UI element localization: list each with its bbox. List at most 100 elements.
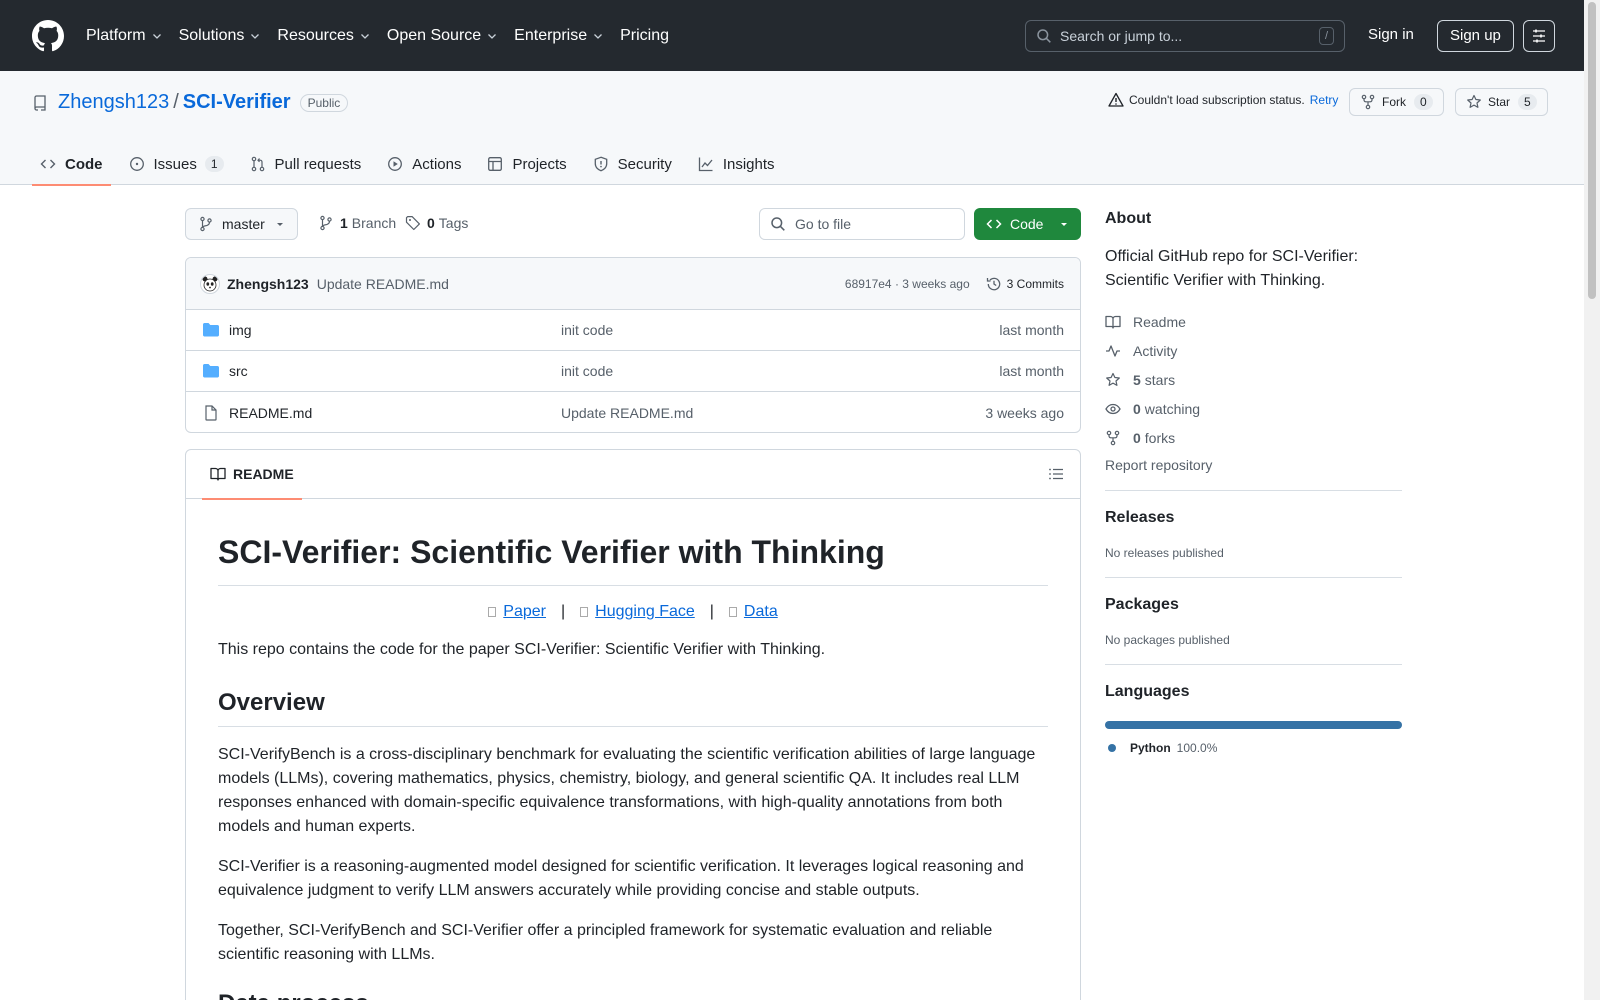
nav-platform[interactable]: Platform <box>86 27 163 45</box>
file-commit-time: last month <box>999 322 1064 338</box>
commit-message-link[interactable]: Update README.md <box>317 276 449 292</box>
pulse-icon <box>1106 344 1120 357</box>
tab-code[interactable]: Code <box>32 143 111 186</box>
eye-icon <box>1105 403 1121 414</box>
book-icon <box>1105 315 1121 329</box>
tab-actions[interactable]: Actions <box>379 143 469 185</box>
repo-name-link[interactable]: SCI-Verifier <box>183 91 291 114</box>
placeholder-glyph-icon <box>728 607 737 617</box>
chevron-down-icon <box>360 33 369 39</box>
global-search-input[interactable]: Search or jump to... / <box>1025 20 1345 52</box>
search-icon <box>1037 29 1051 43</box>
subscription-status: Couldn't load subscription status. Retry <box>1108 92 1338 108</box>
branches-link[interactable]: 1 Branch <box>318 215 396 231</box>
tab-issues[interactable]: Issues 1 <box>121 143 232 185</box>
commit-author-link[interactable]: Zhengsh123 <box>227 276 309 292</box>
retry-link[interactable]: Retry <box>1310 93 1339 107</box>
repo-owner-link[interactable]: Zhengsh123 <box>58 91 169 114</box>
nav-resources[interactable]: Resources <box>277 27 370 45</box>
packages-heading[interactable]: Packages <box>1105 596 1402 614</box>
panda-avatar-icon <box>202 276 218 291</box>
settings-menu-button[interactable] <box>1523 20 1555 52</box>
hugging-face-link[interactable]: Hugging Face <box>595 603 695 621</box>
fork-count: 0 <box>1414 94 1433 110</box>
file-commit-message[interactable]: init code <box>561 363 613 379</box>
repo-tabs: Code Issues 1 Pull requests Actions Proj… <box>32 143 793 186</box>
table-row[interactable]: README.md Update README.md 3 weeks ago <box>186 392 1080 432</box>
file-commit-time: 3 weeks ago <box>985 404 1064 421</box>
chevron-down-icon <box>251 33 260 39</box>
alert-icon <box>1108 92 1124 107</box>
history-icon <box>986 277 1000 290</box>
nav-enterprise[interactable]: Enterprise <box>514 27 604 45</box>
tab-projects[interactable]: Projects <box>479 143 574 185</box>
graph-icon <box>698 157 713 172</box>
pull-request-icon <box>251 156 264 172</box>
overview-paragraph-1: SCI-VerifyBench is a cross-disciplinary … <box>218 746 1036 835</box>
readme-link[interactable]: Readme <box>1105 312 1402 331</box>
page-scrollbar-thumb[interactable] <box>1588 2 1596 299</box>
stars-link[interactable]: 5 stars <box>1105 370 1402 389</box>
link-separator: | <box>560 603 566 620</box>
file-name-link[interactable]: src <box>229 363 248 379</box>
tags-link[interactable]: 0 Tags <box>405 215 468 231</box>
language-bar <box>1105 721 1402 729</box>
readme-tab[interactable]: README <box>202 450 302 500</box>
repo-sidebar: About Official GitHub repo for SCI-Verif… <box>1105 210 1402 755</box>
sidebar-divider <box>1105 490 1402 491</box>
about-description: Official GitHub repo for SCI-Verifier: S… <box>1105 248 1359 289</box>
language-item-python[interactable]: Python 100.0% <box>1108 741 1402 755</box>
report-repository-link[interactable]: Report repository <box>1105 457 1402 473</box>
star-icon <box>1106 372 1120 386</box>
search-shortcut-hint: / <box>1318 27 1334 45</box>
activity-link[interactable]: Activity <box>1105 341 1402 360</box>
placeholder-glyph-icon <box>488 607 497 617</box>
sign-in-link[interactable]: Sign in <box>1368 26 1414 43</box>
star-button[interactable]: Star 5 <box>1455 88 1548 116</box>
folder-icon <box>203 323 219 337</box>
sliders-icon <box>1533 29 1545 43</box>
tab-pull-requests[interactable]: Pull requests <box>242 143 370 185</box>
shield-icon <box>594 156 608 172</box>
commit-hash-time[interactable]: 68917e4 · 3 weeks ago <box>845 277 970 291</box>
tab-security[interactable]: Security <box>585 143 680 185</box>
nav-open-source[interactable]: Open Source <box>387 27 498 45</box>
chevron-down-icon <box>594 33 603 39</box>
code-dropdown-button[interactable]: Code <box>974 208 1081 240</box>
table-row[interactable]: src init code last month <box>186 351 1080 392</box>
nav-solutions[interactable]: Solutions <box>179 27 262 45</box>
readme-panel: README SCI-Verifier: Scientific Verifier… <box>185 449 1081 1000</box>
branch-icon <box>320 215 332 231</box>
fork-button[interactable]: Fork 0 <box>1349 88 1444 116</box>
chevron-down-icon <box>152 33 161 39</box>
readme-content: SCI-Verifier: Scientific Verifier with T… <box>186 499 1080 1000</box>
list-icon[interactable] <box>1048 466 1064 482</box>
commits-history-link[interactable]: 3 Commits <box>986 276 1064 292</box>
languages-heading: Languages <box>1105 683 1190 700</box>
releases-heading[interactable]: Releases <box>1105 509 1402 527</box>
github-logo-icon[interactable] <box>32 19 64 52</box>
readme-title: SCI-Verifier: Scientific Verifier with T… <box>218 499 1048 586</box>
forks-link[interactable]: 0 forks <box>1105 428 1402 447</box>
file-list: Zhengsh123 Update README.md 68917e4 · 3 … <box>185 257 1081 433</box>
paper-link[interactable]: Paper <box>503 603 546 621</box>
search-icon <box>771 217 785 231</box>
file-name-link[interactable]: README.md <box>229 405 312 421</box>
nav-pricing[interactable]: Pricing <box>620 27 669 45</box>
caret-down-icon <box>1061 223 1067 226</box>
avatar[interactable] <box>200 273 220 294</box>
table-row[interactable]: img init code last month <box>186 310 1080 351</box>
repo-separator: / <box>173 91 179 113</box>
branch-selector[interactable]: master <box>185 208 298 240</box>
tab-insights[interactable]: Insights <box>690 143 783 185</box>
packages-empty-text: No packages published <box>1105 633 1230 647</box>
folder-icon <box>203 364 219 378</box>
file-name-link[interactable]: img <box>229 322 252 338</box>
file-commit-message[interactable]: Update README.md <box>561 405 693 421</box>
watching-link[interactable]: 0 watching <box>1105 399 1402 418</box>
go-to-file-input[interactable]: Go to file <box>759 208 965 240</box>
data-link[interactable]: Data <box>744 603 778 621</box>
sign-up-button[interactable]: Sign up <box>1437 20 1514 52</box>
file-commit-message[interactable]: init code <box>561 322 613 338</box>
repo-title: Zhengsh123 / SCI-Verifier Public <box>32 91 349 114</box>
